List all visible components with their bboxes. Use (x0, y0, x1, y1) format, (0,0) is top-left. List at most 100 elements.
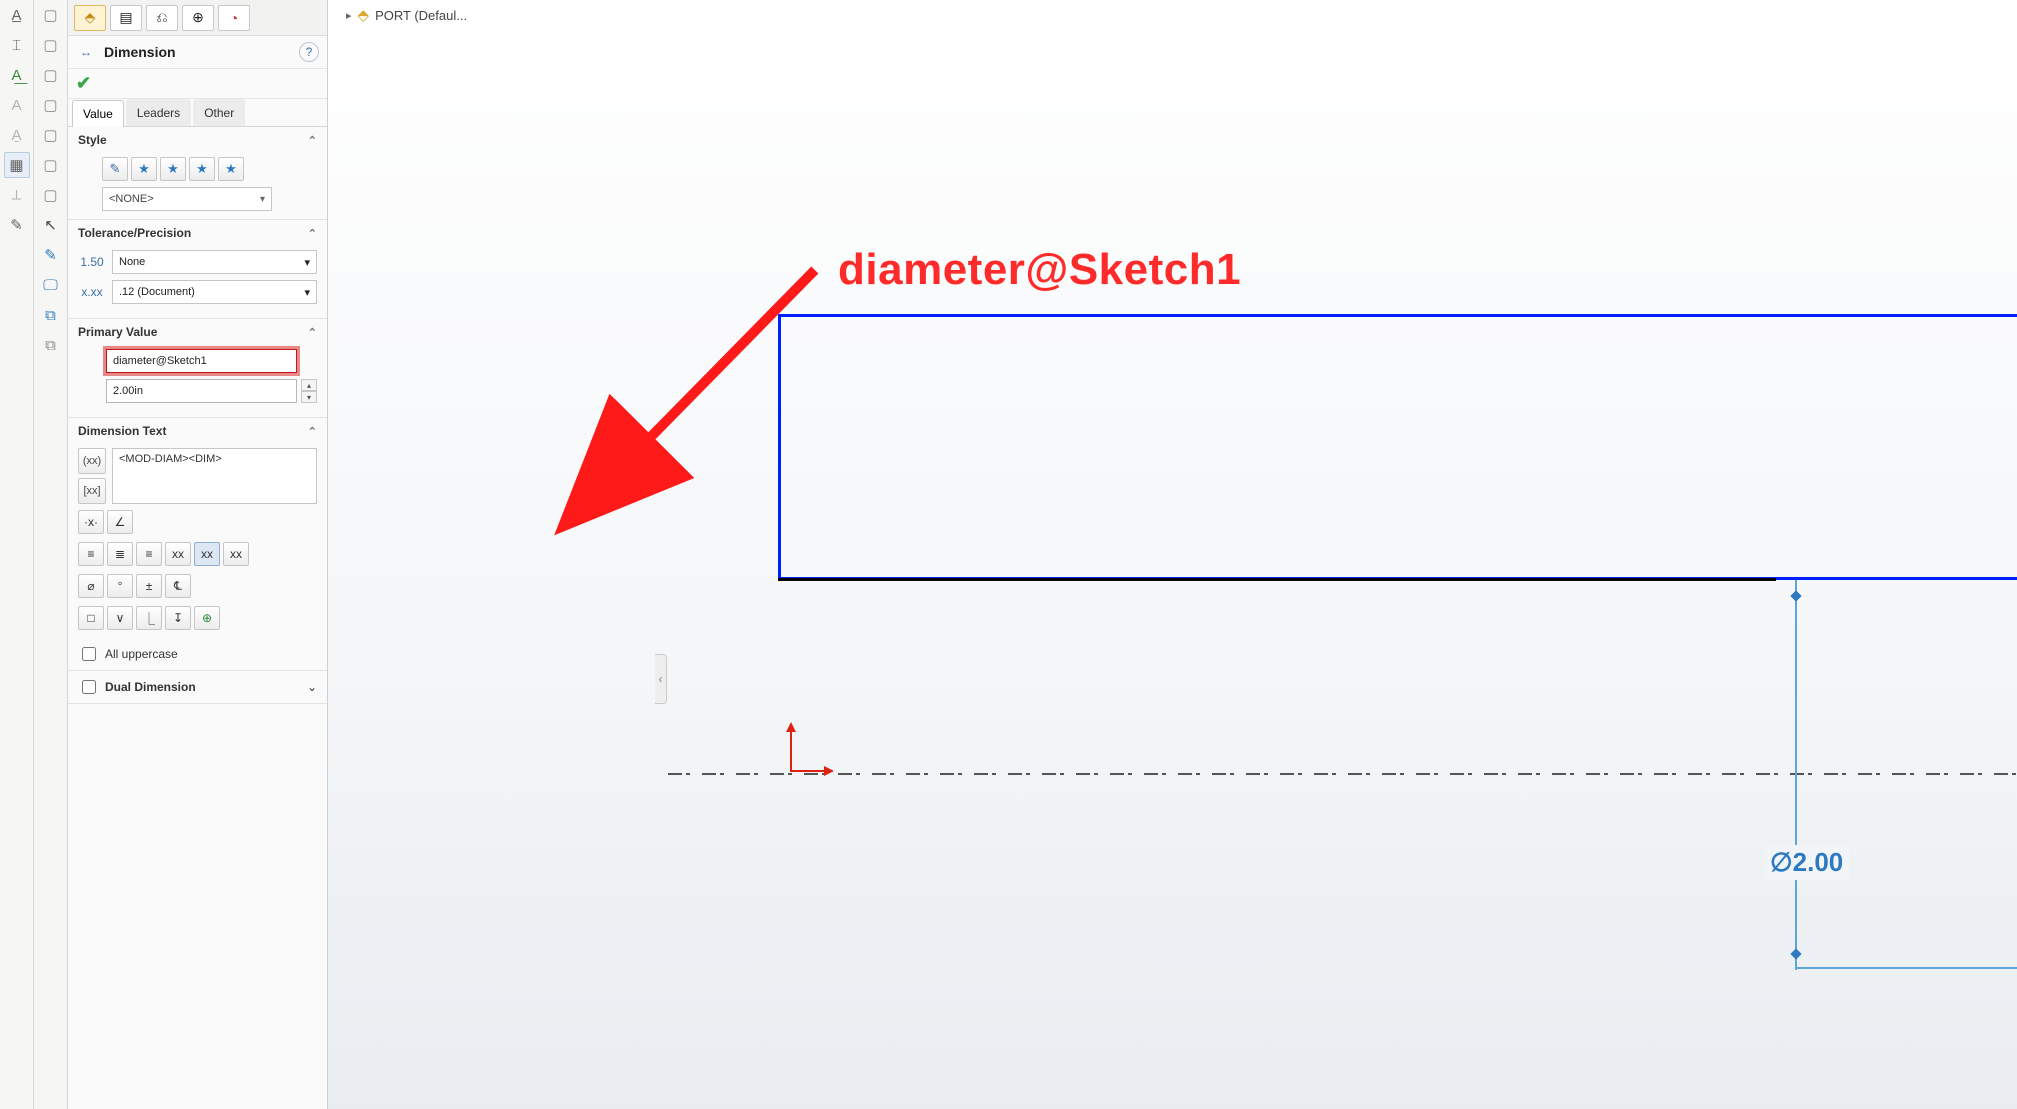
degree-symbol-icon[interactable]: ° (107, 574, 133, 598)
justify-right-icon[interactable]: ≡ (136, 542, 162, 566)
sketch-rectangle[interactable] (778, 314, 2017, 580)
origin-x-axis-icon (790, 770, 826, 772)
primary-value-section: Primary Value ⌃ diameter@Sketch1 2.00in … (68, 319, 327, 418)
dimtext-header[interactable]: Dimension Text ⌃ (68, 418, 327, 444)
tool-icon-d[interactable]: A̱ (4, 122, 30, 148)
style-section: Style ⌃ ✎ ★ ★ ★ ★ <NONE> ▾ (68, 127, 327, 220)
bracket-symbol-icon[interactable]: ⎿ (136, 606, 162, 630)
square-symbol-icon[interactable]: □ (78, 606, 104, 630)
value-spinner[interactable]: ▴ ▾ (301, 379, 317, 403)
tolerance-combo[interactable]: None ▾ (112, 250, 317, 274)
panel-collapse-handle[interactable] (655, 654, 667, 704)
more-symbols-icon[interactable]: ⊕ (194, 606, 220, 630)
cube-icon-7[interactable]: ▢ (38, 182, 64, 208)
dimension-value-label[interactable]: ∅2.00 (1764, 845, 1849, 880)
tolerance-type-icon: 1.50 (78, 255, 106, 269)
stack-1-icon[interactable]: xx (165, 542, 191, 566)
feature-tab-icon[interactable]: ⬘ (74, 5, 106, 31)
dimtext-title: Dimension Text (78, 424, 166, 438)
style-fav3-icon[interactable]: ★ (189, 157, 215, 181)
primary-value-text: 2.00in (113, 385, 143, 397)
ok-check-icon[interactable]: ✔ (76, 73, 91, 93)
appearance-tab-icon[interactable]: ◔ (218, 5, 250, 31)
dual-dim-checkbox[interactable] (82, 680, 96, 694)
plusminus-symbol-icon[interactable]: ± (136, 574, 162, 598)
tab-other[interactable]: Other (193, 99, 245, 126)
tab-value[interactable]: Value (72, 100, 124, 127)
tool-icon-e[interactable]: ⟂ (4, 182, 30, 208)
tool-icon-green[interactable]: A͟ (4, 62, 30, 88)
tool-icon-b[interactable]: ⌶ (4, 32, 30, 58)
origin-y-axis-icon (790, 730, 792, 770)
diameter-symbol-icon[interactable]: ⌀ (78, 574, 104, 598)
tool-icon-sel[interactable]: ▦ (4, 152, 30, 178)
style-load-icon[interactable]: ✎ (102, 157, 128, 181)
paste-icon[interactable]: ⧉ (38, 332, 64, 358)
add-text-angle-icon[interactable]: ∠ (107, 510, 133, 534)
dual-dim-label: Dual Dimension (105, 680, 196, 694)
dimension-witness-line (1795, 967, 2017, 969)
dimtext-paren2-icon[interactable]: [xx] (78, 478, 106, 504)
primary-value-input[interactable]: 2.00in (106, 379, 297, 403)
expand-arrow-icon[interactable]: ▸ (346, 9, 352, 22)
dimtext-input[interactable]: <MOD-DIAM><DIM> (112, 448, 317, 504)
dual-dim-row[interactable]: Dual Dimension ⌄ (68, 671, 327, 703)
dimtext-paren1-icon[interactable]: (xx) (78, 448, 106, 474)
sketch-centerline (668, 773, 2017, 775)
help-button[interactable]: ? (299, 42, 319, 62)
feature-tree-crumb[interactable]: ▸ ⬘ PORT (Defaul... (346, 6, 467, 24)
spinner-down-icon[interactable]: ▾ (301, 391, 317, 403)
graphics-viewport[interactable]: ▸ ⬘ PORT (Defaul... diameter@Sketch1 ∅2.… (328, 0, 2017, 1109)
cube-icon-5[interactable]: ▢ (38, 122, 64, 148)
all-uppercase-row[interactable]: All uppercase (68, 638, 327, 670)
tolerance-section: Tolerance/Precision ⌃ 1.50 None ▾ x.xx .… (68, 220, 327, 319)
primary-header[interactable]: Primary Value ⌃ (68, 319, 327, 345)
spinner-up-icon[interactable]: ▴ (301, 379, 317, 391)
style-header[interactable]: Style ⌃ (68, 127, 327, 153)
primary-title: Primary Value (78, 325, 157, 339)
primary-name-input[interactable]: diameter@Sketch1 (106, 349, 297, 373)
dimension-icon: ↔ (76, 42, 96, 62)
chevron-down-icon: ⌄ (307, 680, 317, 694)
centerline-symbol-icon[interactable]: ℄ (165, 574, 191, 598)
cube-icon-3[interactable]: ▢ (38, 62, 64, 88)
cube-icon-1[interactable]: ▢ (38, 2, 64, 28)
copy-icon[interactable]: ⧉ (38, 302, 64, 328)
stack-3-icon[interactable]: xx (223, 542, 249, 566)
tolerance-header[interactable]: Tolerance/Precision ⌃ (68, 220, 327, 246)
tab-leaders[interactable]: Leaders (126, 99, 191, 126)
panel-header: ↔ Dimension ? (68, 36, 327, 69)
down-symbol-icon[interactable]: ↧ (165, 606, 191, 630)
chevron-up-icon: ⌃ (308, 227, 317, 240)
dimtext-toolbuttons: ·x· ∠ ≡ ≣ ≡ xx xx xx ⌀ ° ± ℄ □ ∨ ⎿ ↧ ⊕ (78, 510, 317, 630)
cursor-icon[interactable]: ↖ (38, 212, 64, 238)
panel-top-tabs: ⬘ ▤ ⎌ ⊕ ◔ (68, 0, 327, 36)
style-fav1-icon[interactable]: ★ (131, 157, 157, 181)
cube-icon-4[interactable]: ▢ (38, 92, 64, 118)
edit-icon[interactable]: ✎ (38, 242, 64, 268)
target-tab-icon[interactable]: ⊕ (182, 5, 214, 31)
style-combo[interactable]: <NONE> ▾ (102, 187, 272, 211)
property-panel: ⬘ ▤ ⎌ ⊕ ◔ ↔ Dimension ? ✔ Value Leaders … (68, 0, 328, 1109)
monitor-icon[interactable]: 🖵 (38, 272, 64, 298)
config-tab-icon[interactable]: ▤ (110, 5, 142, 31)
dimension-extension-line (1795, 580, 1797, 970)
chevron-down-icon: ▾ (304, 286, 310, 299)
justify-center-icon[interactable]: ≣ (107, 542, 133, 566)
dim-node-top (1790, 590, 1801, 601)
tree-tab-icon[interactable]: ⎌ (146, 5, 178, 31)
tool-icon-c[interactable]: A (4, 92, 30, 118)
vee-symbol-icon[interactable]: ∨ (107, 606, 133, 630)
precision-combo[interactable]: .12 (Document) ▾ (112, 280, 317, 304)
stack-2-icon[interactable]: xx (194, 542, 220, 566)
cube-icon-6[interactable]: ▢ (38, 152, 64, 178)
cube-icon-2[interactable]: ▢ (38, 32, 64, 58)
add-text-left-icon[interactable]: ·x· (78, 510, 104, 534)
all-uppercase-checkbox[interactable] (82, 647, 96, 661)
justify-left-icon[interactable]: ≡ (78, 542, 104, 566)
style-fav2-icon[interactable]: ★ (160, 157, 186, 181)
style-fav4-icon[interactable]: ★ (218, 157, 244, 181)
tool-icon-a[interactable]: A̲ (4, 2, 30, 28)
tool-icon-f[interactable]: ✎ (4, 212, 30, 238)
tolerance-combo-text: None (119, 256, 145, 268)
